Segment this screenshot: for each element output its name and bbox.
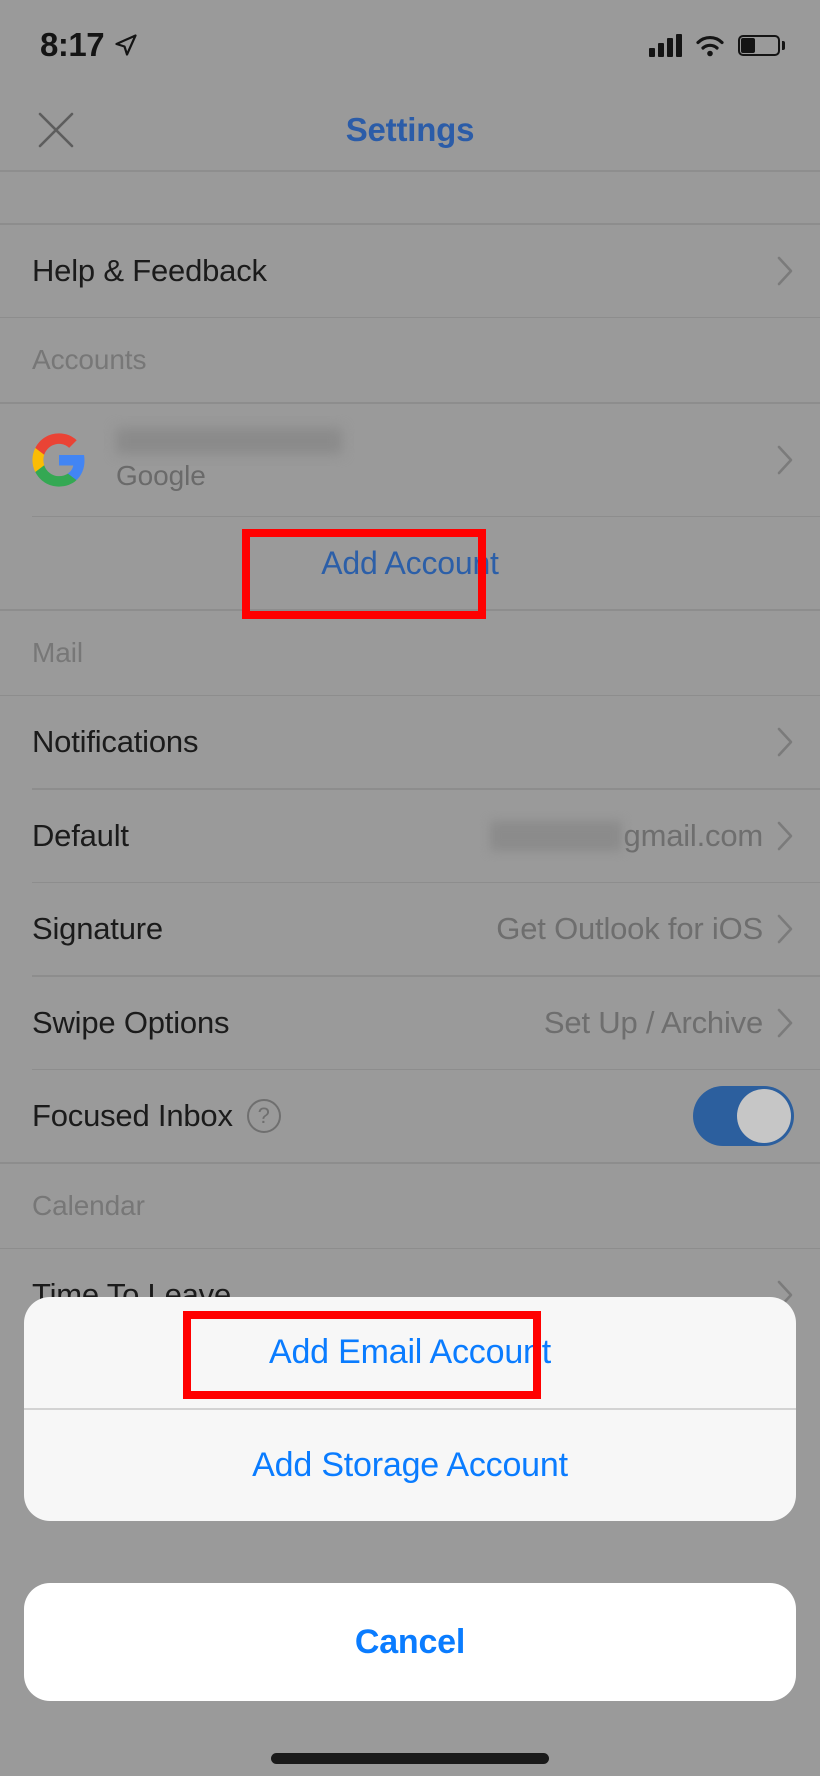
section-header-accounts: Accounts: [32, 344, 147, 375]
cancel-label: Cancel: [354, 1622, 466, 1661]
signature-value: Get Outlook for iOS: [496, 911, 763, 946]
action-sheet: Add Email Account Add Storage Account: [24, 1297, 796, 1521]
status-bar-right: [649, 33, 785, 57]
section-header-mail: Mail: [32, 636, 83, 668]
settings-row-focused-inbox[interactable]: Focused Inbox ?: [0, 1070, 820, 1162]
location-arrow-icon: [115, 34, 137, 56]
chevron-right-icon: [777, 821, 793, 850]
google-logo-icon: [32, 432, 85, 487]
add-account-label: Add Account: [321, 544, 499, 581]
status-bar-time: 8:17: [40, 26, 105, 63]
cellular-signal-icon: [649, 33, 682, 57]
close-icon[interactable]: [32, 106, 80, 154]
row-label: Notifications: [32, 724, 199, 759]
settings-row-help-feedback[interactable]: Help & Feedback: [0, 225, 820, 317]
list-top-gap: [0, 171, 820, 223]
row-value: gmail.com: [489, 817, 794, 854]
settings-row-signature[interactable]: Signature Get Outlook for iOS: [0, 883, 820, 975]
wifi-icon: [696, 35, 724, 56]
account-email-redacted: [116, 427, 342, 454]
action-sheet-item-add-storage-account[interactable]: Add Storage Account: [24, 1410, 796, 1521]
help-question-icon[interactable]: ?: [246, 1099, 281, 1133]
status-bar-left: 8:17: [40, 26, 138, 64]
settings-row-notifications[interactable]: Notifications: [0, 696, 820, 788]
chevron-right-icon: [777, 256, 793, 285]
default-email-redacted: [489, 820, 622, 851]
row-label: Signature: [32, 911, 163, 946]
phone-screen: 8:17 Settings Help & Feedback Accounts G…: [0, 0, 820, 1776]
navigation-bar: Settings: [0, 90, 820, 170]
account-details: Google: [116, 427, 342, 492]
settings-row-swipe-options[interactable]: Swipe Options Set Up / Archive: [0, 977, 820, 1069]
action-sheet-cancel-button[interactable]: Cancel: [24, 1583, 796, 1701]
swipe-options-value: Set Up / Archive: [543, 1004, 763, 1040]
row-value: Get Outlook for iOS: [496, 911, 794, 947]
action-sheet-item-add-email-account[interactable]: Add Email Account: [24, 1297, 796, 1408]
chevron-right-icon: [777, 727, 793, 757]
chevron-right-icon: [777, 1008, 793, 1037]
battery-icon: [738, 34, 785, 56]
add-account-button[interactable]: Add Account: [0, 517, 820, 609]
row-label: Swipe Options: [32, 1004, 230, 1040]
row-value: Set Up / Archive: [544, 1005, 794, 1041]
status-bar: 8:17: [0, 0, 820, 90]
section-header-calendar: Calendar: [32, 1189, 145, 1221]
row-label: Focused Inbox: [32, 1098, 233, 1133]
row-label: Default: [32, 817, 129, 853]
account-provider-label: Google: [116, 459, 206, 491]
page-title: Settings: [345, 111, 475, 148]
home-indicator: [271, 1753, 549, 1764]
chevron-right-icon: [777, 914, 793, 944]
row-label: Help & Feedback: [32, 252, 267, 288]
settings-list: Help & Feedback Accounts Google Add Acco…: [0, 171, 820, 1341]
account-row-google[interactable]: Google: [0, 404, 820, 516]
settings-row-default[interactable]: Default gmail.com: [0, 790, 820, 882]
toggle-knob: [737, 1089, 791, 1143]
chevron-right-icon: [777, 445, 793, 474]
focused-inbox-toggle[interactable]: [693, 1086, 794, 1146]
default-email-domain: gmail.com: [623, 817, 764, 853]
